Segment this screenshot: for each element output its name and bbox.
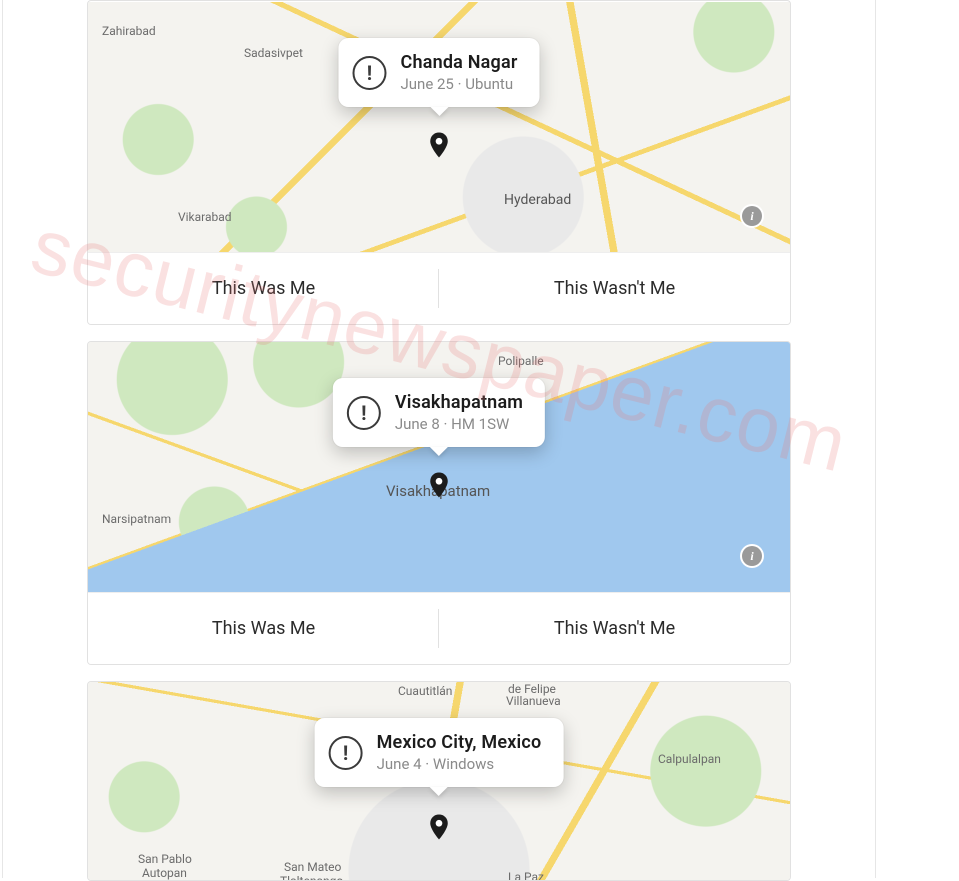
bubble-text: Chanda Nagar June 25 · Ubuntu: [400, 52, 517, 93]
login-meta: June 8 · HM 1SW: [395, 415, 523, 433]
login-card: Cuautitlán de Felipe Villanueva Calpulal…: [87, 681, 791, 881]
login-review-list: Zahirabad Sadasivpet Vikarabad Hyderabad…: [3, 0, 875, 881]
login-meta: June 4 · Windows: [377, 755, 542, 773]
this-was-me-button[interactable]: This Was Me: [88, 253, 439, 324]
login-info-bubble: ! Chanda Nagar June 25 · Ubuntu: [338, 38, 539, 107]
this-wasnt-me-button[interactable]: This Wasn't Me: [439, 593, 790, 664]
login-card: Polipalle Visakhapatnam Narsipatnam ! Vi…: [87, 341, 791, 665]
alert-icon: !: [352, 56, 386, 90]
login-card: Zahirabad Sadasivpet Vikarabad Hyderabad…: [87, 0, 791, 325]
confirm-row: This Was Me This Wasn't Me: [88, 592, 790, 664]
content-frame: Zahirabad Sadasivpet Vikarabad Hyderabad…: [2, 0, 876, 878]
map-area[interactable]: Cuautitlán de Felipe Villanueva Calpulal…: [88, 682, 790, 880]
login-info-bubble: ! Visakhapatnam June 8 · HM 1SW: [333, 378, 545, 447]
login-location: Mexico City, Mexico: [377, 732, 542, 753]
login-location: Visakhapatnam: [395, 392, 523, 413]
alert-icon: !: [347, 396, 381, 430]
login-info-bubble: ! Mexico City, Mexico June 4 · Windows: [315, 718, 564, 787]
this-was-me-button[interactable]: This Was Me: [88, 593, 439, 664]
this-wasnt-me-button[interactable]: This Wasn't Me: [439, 253, 790, 324]
map-pin-icon: [429, 472, 449, 492]
login-location: Chanda Nagar: [400, 52, 517, 73]
map-pin-icon: [429, 132, 449, 152]
map-pin-icon: [429, 814, 449, 834]
login-meta: June 25 · Ubuntu: [400, 75, 517, 93]
confirm-row: This Was Me This Wasn't Me: [88, 252, 790, 324]
bubble-text: Visakhapatnam June 8 · HM 1SW: [395, 392, 523, 433]
alert-icon: !: [329, 736, 363, 770]
map-info-icon[interactable]: i: [742, 206, 762, 226]
map-area[interactable]: Polipalle Visakhapatnam Narsipatnam ! Vi…: [88, 342, 790, 592]
map-info-icon[interactable]: i: [742, 546, 762, 566]
bubble-text: Mexico City, Mexico June 4 · Windows: [377, 732, 542, 773]
map-area[interactable]: Zahirabad Sadasivpet Vikarabad Hyderabad…: [88, 2, 790, 252]
